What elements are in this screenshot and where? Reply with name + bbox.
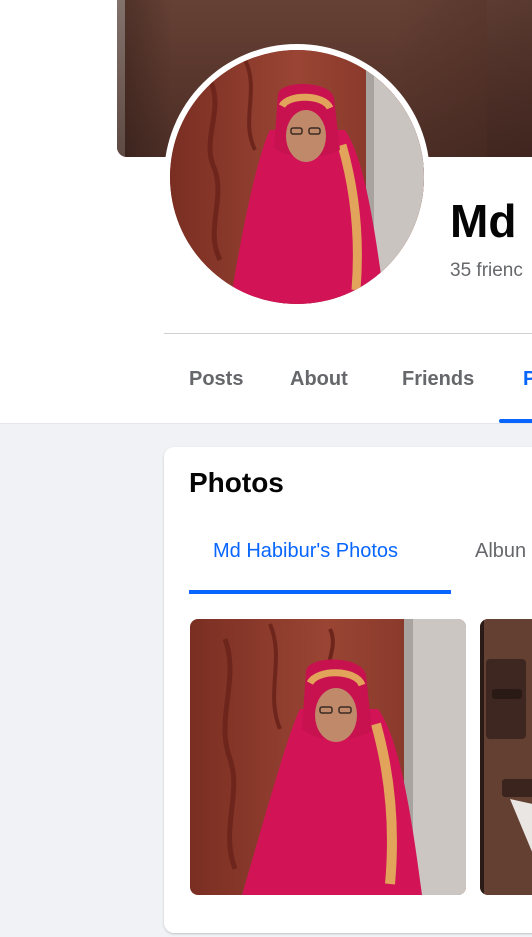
photo-thumbnail[interactable] [190,619,466,895]
photos-card-title: Photos [189,467,284,498]
photos-card: Photos Md Habibur's Photos Albun [164,447,532,933]
photo-thumbnail-image [190,619,466,895]
photo-thumbnail[interactable] [480,619,532,895]
profile-picture-frame [164,44,430,310]
profile-tabs: Posts About Friends P [164,334,532,424]
tab-friends[interactable]: Friends [402,334,474,424]
photos-tab-indicator [189,590,451,594]
tab-albums[interactable]: Albun [475,529,526,573]
photo-thumbnail-image [480,619,532,895]
tab-user-photos[interactable]: Md Habibur's Photos [213,529,398,573]
tab-about[interactable]: About [290,334,348,424]
friends-count[interactable]: 35 frienc [450,258,523,284]
profile-name: Md [450,195,517,247]
profile-picture-image [170,50,424,304]
tab-posts[interactable]: Posts [189,334,243,424]
profile-header: Md 35 frienc Posts About Friends P [0,0,532,424]
tab-photos[interactable]: P [523,334,532,424]
profile-page: Md 35 frienc Posts About Friends P Photo… [0,0,532,937]
profile-picture[interactable] [170,50,424,304]
